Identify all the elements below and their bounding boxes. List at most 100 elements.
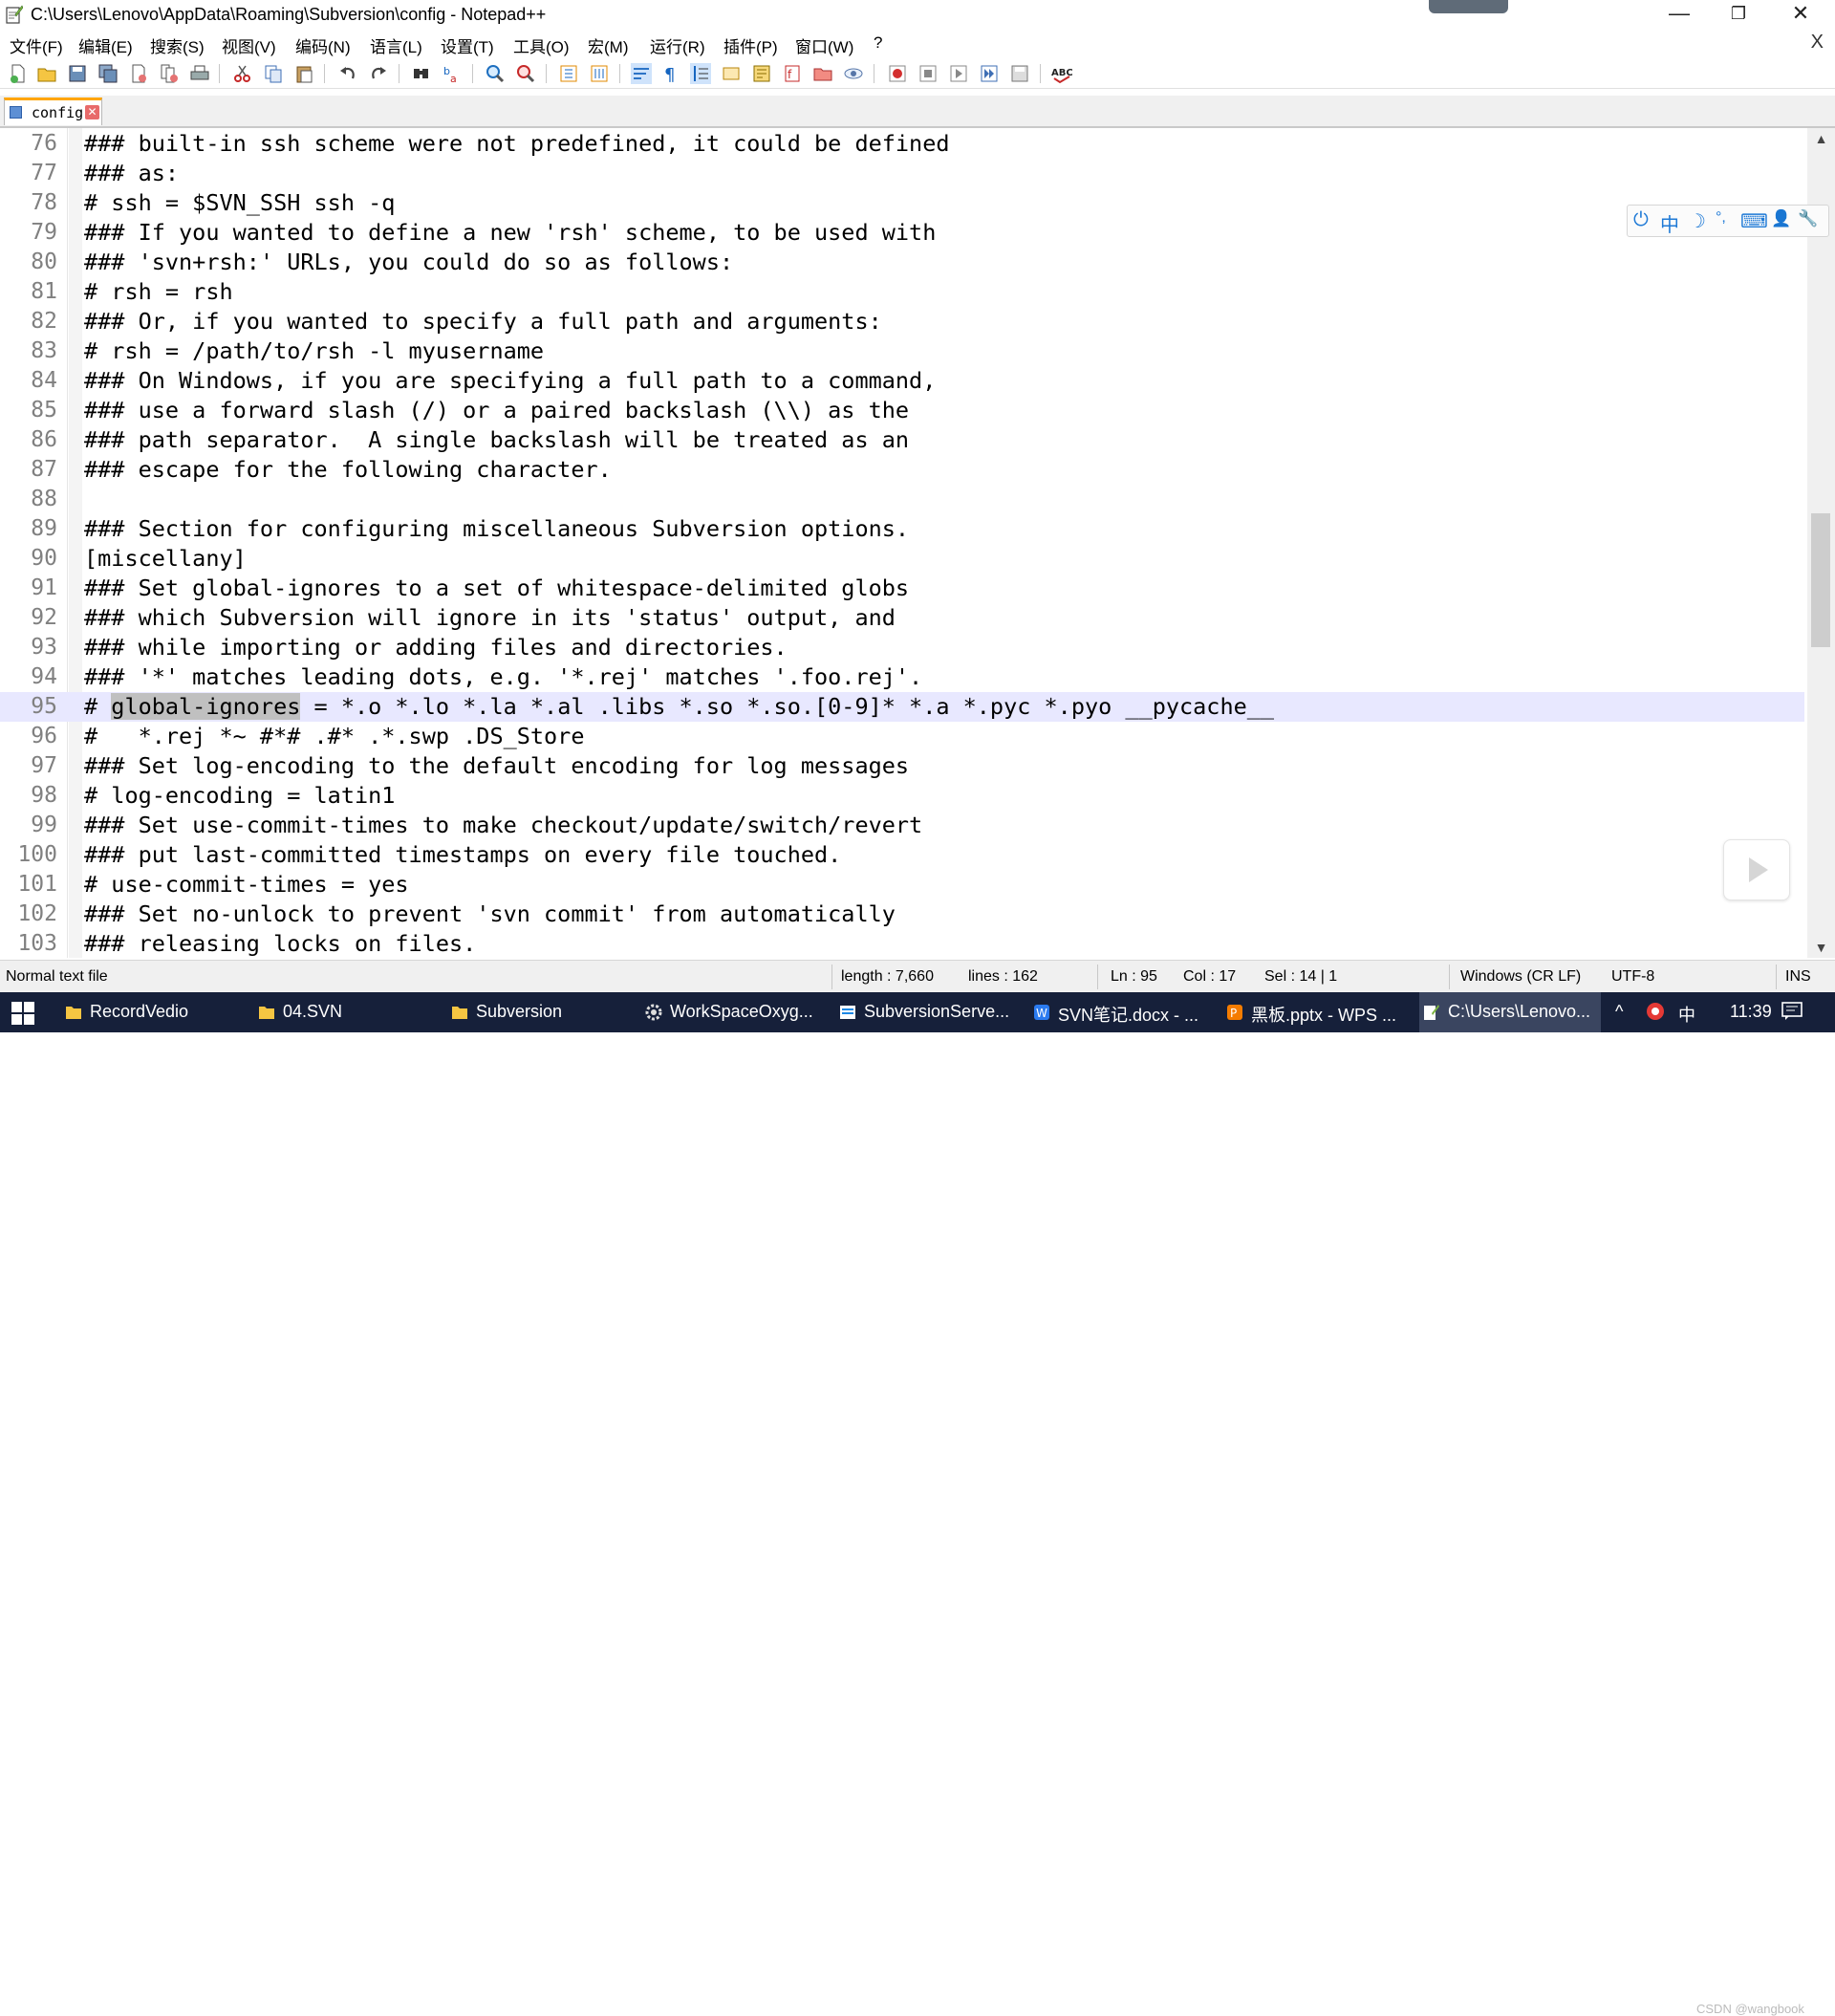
menu-search[interactable]: 搜索(S) bbox=[150, 33, 205, 57]
code-line[interactable]: 82 ### Or, if you wanted to specify a ful… bbox=[0, 307, 1804, 336]
menu-view[interactable]: 视图(V) bbox=[222, 33, 276, 57]
tray-ime-indicator[interactable]: 中 bbox=[1678, 1002, 1695, 1027]
code-text[interactable]: ### Set no-unlock to prevent 'svn commit… bbox=[84, 900, 896, 929]
taskbar-item-subversion-server[interactable]: SubversionServe... bbox=[839, 992, 1021, 1032]
tab-config[interactable]: config ✕ bbox=[4, 98, 102, 125]
ime-logo-icon[interactable]: ⏻ bbox=[1633, 209, 1649, 231]
close-button[interactable]: ✕ bbox=[1771, 0, 1830, 30]
selected-text[interactable]: global-ignores bbox=[111, 693, 301, 720]
code-line[interactable]: 78 # ssh = $SVN_SSH ssh -q bbox=[0, 188, 1804, 218]
ime-keyboard-icon[interactable]: ⌨ bbox=[1740, 209, 1768, 233]
code-text[interactable]: # log-encoding = latin1 bbox=[84, 781, 395, 811]
taskbar-item-notepadpp[interactable]: C:\Users\Lenovo... bbox=[1419, 992, 1601, 1032]
menu-file[interactable]: 文件(F) bbox=[10, 33, 63, 57]
code-line[interactable]: 89 ### Section for configuring miscellane… bbox=[0, 514, 1804, 544]
code-text[interactable]: # use-commit-times = yes bbox=[84, 870, 409, 900]
save-all-icon[interactable] bbox=[97, 63, 119, 84]
window-preview-tab[interactable] bbox=[1429, 0, 1508, 13]
menu-run[interactable]: 运行(R) bbox=[650, 33, 705, 57]
cut-icon[interactable] bbox=[232, 63, 253, 84]
menu-window[interactable]: 窗口(W) bbox=[795, 33, 853, 57]
code-line[interactable]: 81 # rsh = rsh bbox=[0, 277, 1804, 307]
minimize-button[interactable]: — bbox=[1650, 0, 1709, 30]
indent-guide-icon[interactable] bbox=[690, 63, 711, 84]
scroll-up-icon[interactable]: ▲ bbox=[1807, 128, 1835, 149]
ime-punctuation-icon[interactable]: °, bbox=[1716, 209, 1726, 227]
code-text[interactable]: ### '*' matches leading dots, e.g. '*.re… bbox=[84, 662, 922, 692]
code-text[interactable]: ### Section for configuring miscellaneou… bbox=[84, 514, 909, 544]
code-line[interactable]: 94 ### '*' matches leading dots, e.g. '*.… bbox=[0, 662, 1804, 692]
redo-icon[interactable] bbox=[368, 63, 389, 84]
menu-help[interactable]: ? bbox=[874, 33, 882, 53]
code-line[interactable]: 92 ### which Subversion will ignore in it… bbox=[0, 603, 1804, 633]
code-line[interactable]: 83 # rsh = /path/to/rsh -l myusername bbox=[0, 336, 1804, 366]
code-line[interactable]: 93 ### while importing or adding files an… bbox=[0, 633, 1804, 662]
code-line[interactable]: 100 ### put last-committed timestamps on … bbox=[0, 840, 1804, 870]
code-line[interactable]: 95 # global-ignores = *.o *.lo *.la *.al … bbox=[0, 692, 1804, 722]
code-line[interactable]: 102 ### Set no-unlock to prevent 'svn com… bbox=[0, 900, 1804, 929]
code-text[interactable]: ### while importing or adding files and … bbox=[84, 633, 788, 662]
menu-language[interactable]: 语言(L) bbox=[370, 33, 422, 57]
code-line[interactable]: 76 ### built-in ssh scheme were not prede… bbox=[0, 129, 1804, 159]
code-text[interactable]: # rsh = /path/to/rsh -l myusername bbox=[84, 336, 544, 366]
open-file-icon[interactable] bbox=[36, 63, 57, 84]
save-icon[interactable] bbox=[67, 63, 88, 84]
code-text[interactable]: ### escape for the following character. bbox=[84, 455, 612, 485]
vertical-scrollbar[interactable]: ▲ ▼ bbox=[1807, 128, 1835, 958]
ime-half-width-icon[interactable]: ☽ bbox=[1689, 209, 1706, 233]
sync-horizontal-icon[interactable] bbox=[589, 63, 610, 84]
run-multiple-icon[interactable] bbox=[979, 63, 1000, 84]
code-text[interactable]: ### If you wanted to define a new 'rsh' … bbox=[84, 218, 936, 248]
code-line[interactable]: 88 bbox=[0, 485, 1804, 514]
save-macro-icon[interactable] bbox=[1009, 63, 1030, 84]
stop-recording-icon[interactable] bbox=[918, 63, 939, 84]
code-line[interactable]: 90 [miscellany] bbox=[0, 544, 1804, 574]
code-line[interactable]: 86 ### path separator. A single backslash… bbox=[0, 425, 1804, 455]
word-wrap-icon[interactable] bbox=[631, 63, 652, 84]
menu-tools[interactable]: 工具(O) bbox=[513, 33, 570, 57]
scroll-down-icon[interactable]: ▼ bbox=[1807, 937, 1835, 958]
start-recording-icon[interactable] bbox=[887, 63, 908, 84]
code-text[interactable]: ### as: bbox=[84, 159, 179, 188]
video-play-button[interactable] bbox=[1723, 839, 1790, 900]
code-text[interactable]: ### which Subversion will ignore in its … bbox=[84, 603, 896, 633]
zoom-in-icon[interactable] bbox=[485, 63, 506, 84]
code-line[interactable]: 96 # *.rej *~ #*# .#* .*.swp .DS_Store bbox=[0, 722, 1804, 751]
code-line[interactable]: 103 ### releasing locks on files. bbox=[0, 929, 1804, 959]
undo-icon[interactable] bbox=[337, 63, 358, 84]
menu-macro[interactable]: 宏(M) bbox=[588, 33, 628, 57]
monitoring-icon[interactable] bbox=[843, 63, 864, 84]
code-line[interactable]: 91 ### Set global-ignores to a set of whi… bbox=[0, 574, 1804, 603]
code-text[interactable]: ### Or, if you wanted to specify a full … bbox=[84, 307, 882, 336]
spell-check-icon[interactable]: ABC bbox=[1051, 63, 1072, 84]
code-text[interactable]: # ssh = $SVN_SSH ssh -q bbox=[84, 188, 395, 218]
scrollbar-thumb[interactable] bbox=[1811, 513, 1830, 647]
code-text[interactable]: ### On Windows, if you are specifying a … bbox=[84, 366, 936, 396]
code-line[interactable]: 101 # use-commit-times = yes bbox=[0, 870, 1804, 900]
taskbar-item-subversion[interactable]: Subversion bbox=[451, 992, 633, 1032]
folder-workspace-icon[interactable] bbox=[812, 63, 833, 84]
find-icon[interactable] bbox=[411, 63, 432, 84]
code-text[interactable]: [miscellany] bbox=[84, 544, 247, 574]
status-eol-format[interactable]: Windows (CR LF) bbox=[1460, 968, 1581, 986]
code-text[interactable]: ### put last-committed timestamps on eve… bbox=[84, 840, 841, 870]
code-line[interactable]: 97 ### Set log-encoding to the default en… bbox=[0, 751, 1804, 781]
restore-button[interactable]: ❐ bbox=[1709, 0, 1768, 30]
menu-edit[interactable]: 编辑(E) bbox=[78, 33, 133, 57]
code-text[interactable]: ### 'svn+rsh:' URLs, you could do so as … bbox=[84, 248, 733, 277]
code-text[interactable]: ### Set global-ignores to a set of white… bbox=[84, 574, 909, 603]
tray-app-icon[interactable] bbox=[1646, 1002, 1665, 1021]
code-text[interactable]: ### built-in ssh scheme were not predefi… bbox=[84, 129, 949, 159]
status-encoding[interactable]: UTF-8 bbox=[1611, 968, 1654, 986]
tab-close-icon[interactable]: ✕ bbox=[85, 105, 99, 119]
taskbar-item-svn-notes-docx[interactable]: W SVN笔记.docx - ... bbox=[1033, 992, 1215, 1032]
taskbar-item-workspace[interactable]: WorkSpaceOxyg... bbox=[645, 992, 827, 1032]
windows-start-icon[interactable] bbox=[11, 1002, 34, 1025]
menu-plugins[interactable]: 插件(P) bbox=[723, 33, 778, 57]
close-document-button[interactable]: X bbox=[1811, 32, 1824, 54]
ime-user-icon[interactable]: 👤 bbox=[1771, 209, 1791, 228]
new-file-icon[interactable] bbox=[8, 63, 29, 84]
document-map-icon[interactable] bbox=[751, 63, 772, 84]
code-text[interactable]: # *.rej *~ #*# .#* .*.swp .DS_Store bbox=[84, 722, 584, 751]
replace-icon[interactable]: ba bbox=[442, 63, 463, 84]
